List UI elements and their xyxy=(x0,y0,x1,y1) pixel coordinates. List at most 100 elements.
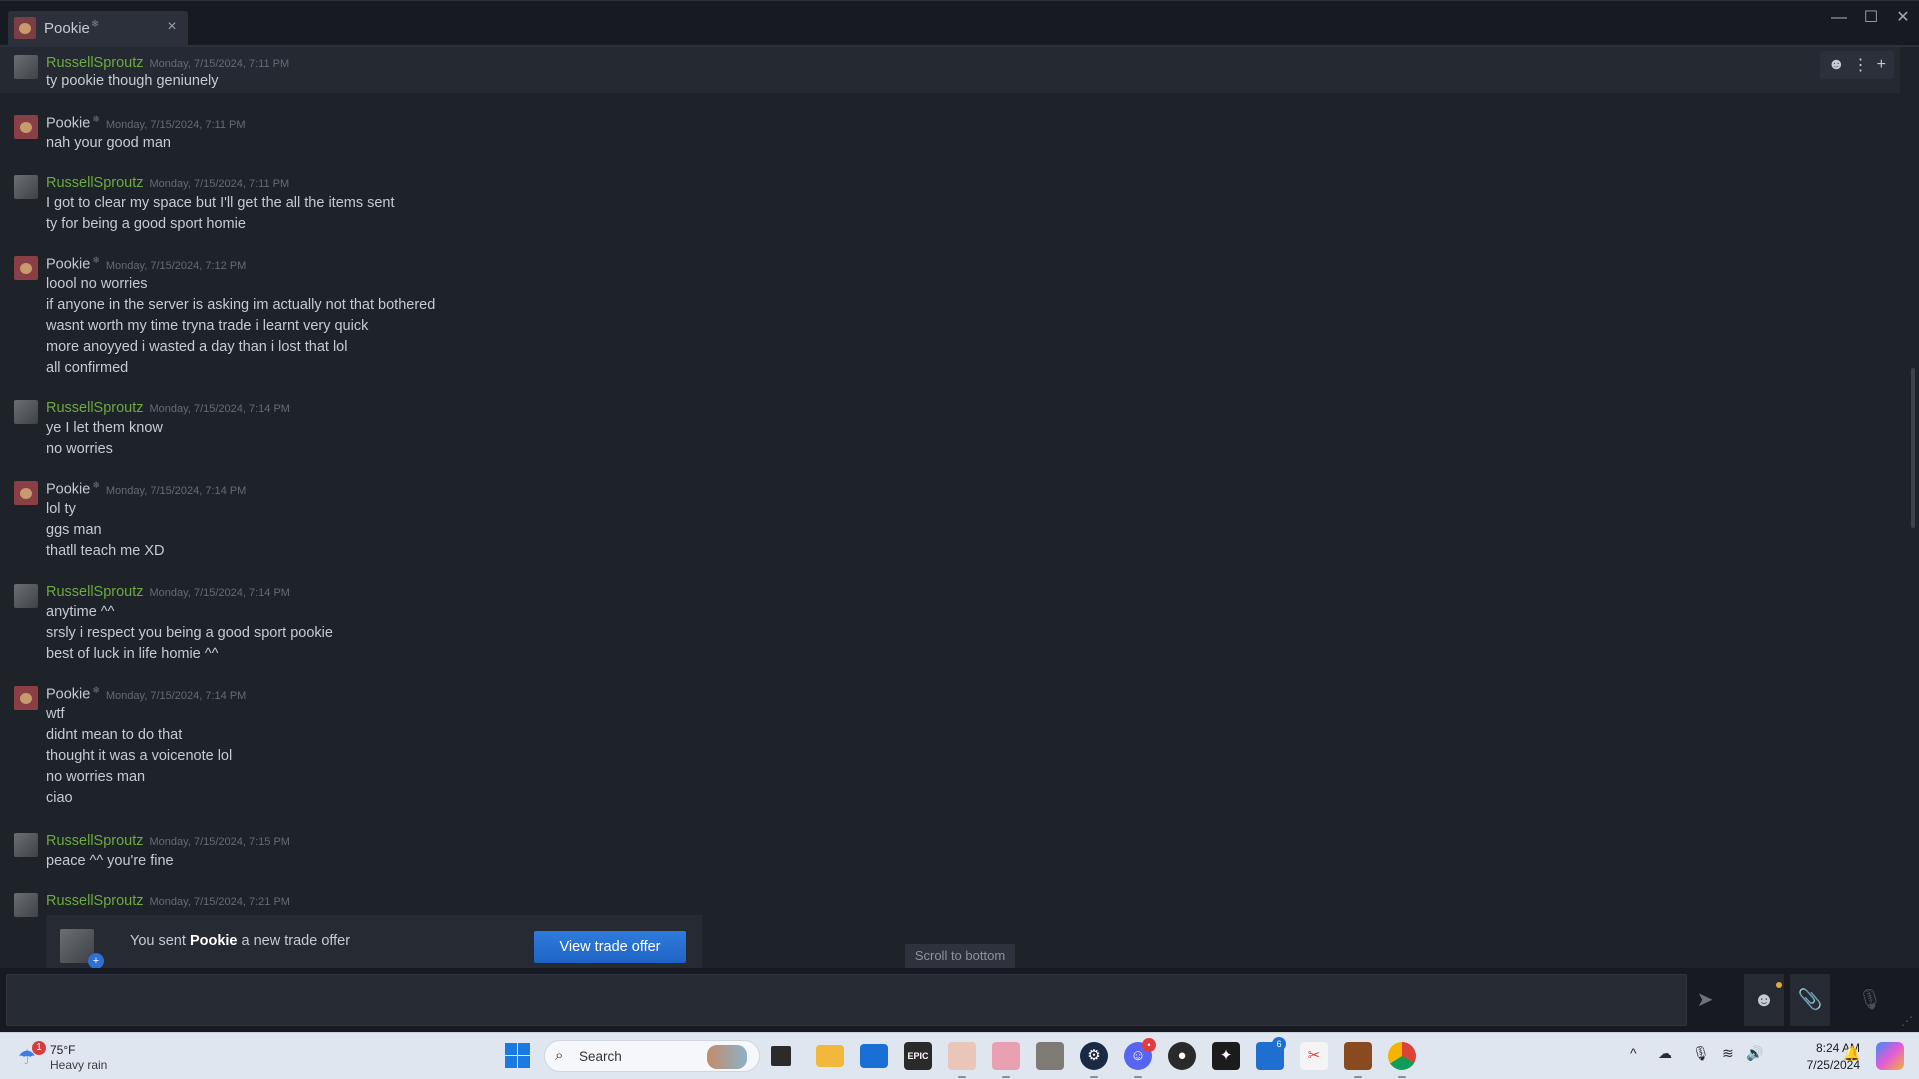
add-reaction-icon[interactable]: + xyxy=(1877,56,1886,74)
react-emoji-icon[interactable]: ☻ xyxy=(1828,56,1845,74)
message-lines: nah your good man xyxy=(46,133,171,154)
avatar[interactable] xyxy=(14,256,38,280)
trade-plus-icon: + xyxy=(88,953,104,968)
chat-tab-pookie[interactable]: Pookie❄ × xyxy=(8,11,188,45)
weather-badge: 1 xyxy=(32,1041,46,1055)
weather-temp: 75°F xyxy=(50,1043,76,1057)
timestamp: Monday, 7/15/2024, 7:14 PM xyxy=(149,403,290,415)
sender-name[interactable]: Pookie xyxy=(46,116,90,132)
running-indicator xyxy=(958,1076,966,1078)
sender-name[interactable]: RussellSproutz xyxy=(46,893,144,909)
timestamp: Monday, 7/15/2024, 7:14 PM xyxy=(105,689,247,702)
obs-icon[interactable]: ● xyxy=(1168,1042,1196,1070)
message-composer: ➤ ☻ 📎 🎙 ⋰ xyxy=(0,968,1919,1032)
message-line: nah your good man xyxy=(46,135,171,151)
microphone-icon[interactable]: 🎙 xyxy=(1692,1045,1710,1062)
message-line: if anyone in the server is asking im act… xyxy=(46,297,436,313)
windows-start-icon[interactable] xyxy=(505,1043,531,1069)
notification-bell-icon[interactable]: 🔔 xyxy=(1843,1045,1860,1062)
weather-widget[interactable]: ☂ 1 75°F Heavy rain xyxy=(14,1041,124,1073)
message-lines: ty pookie though geniunely xyxy=(46,71,219,92)
avatar[interactable] xyxy=(14,584,38,608)
message-line: ciao xyxy=(46,790,73,806)
game-launcher-icon[interactable] xyxy=(1036,1042,1064,1070)
avatar[interactable] xyxy=(14,115,38,139)
scrollbar-thumb[interactable] xyxy=(1911,368,1915,528)
steam-icon[interactable]: ⚙ xyxy=(1080,1042,1108,1070)
message-line: ye I let them know xyxy=(46,420,163,436)
close-window-button[interactable]: ✕ xyxy=(1887,5,1919,31)
sender-name[interactable]: RussellSproutz xyxy=(46,833,144,849)
taskbar: ☂ 1 75°F Heavy rain ⌕ Search EPIC ⚙ ☺ • … xyxy=(0,1032,1919,1079)
running-indicator xyxy=(1134,1076,1142,1078)
scroll-to-bottom-button[interactable]: Scroll to bottom xyxy=(905,944,1015,968)
avatar[interactable] xyxy=(14,400,38,424)
running-indicator xyxy=(1090,1076,1098,1078)
resize-grip-icon[interactable]: ⋰ xyxy=(1901,1014,1913,1028)
view-trade-offer-button[interactable]: View trade offer xyxy=(534,931,686,963)
send-icon[interactable]: ➤ xyxy=(1687,974,1723,1026)
search-icon: ⌕ xyxy=(555,1047,564,1064)
message-line: wasnt worth my time tryna trade i learnt… xyxy=(46,318,369,334)
epic-games-icon[interactable]: EPIC xyxy=(904,1042,932,1070)
message-line: I got to clear my space but I'll get the… xyxy=(46,195,395,211)
gaming-app-icon[interactable]: ✦ xyxy=(1212,1042,1240,1070)
message-header: Pookie ❄ Monday, 7/15/2024, 7:14 PM xyxy=(46,685,246,703)
message-group: Pookie ❄ Monday, 7/15/2024, 7:14 PM wtf di… xyxy=(0,678,1900,808)
sender-name[interactable]: Pookie xyxy=(46,257,90,273)
anime-app-icon[interactable] xyxy=(948,1042,976,1070)
game-app-icon[interactable] xyxy=(992,1042,1020,1070)
attach-icon[interactable]: 📎 xyxy=(1790,974,1830,1026)
avatar[interactable] xyxy=(14,175,38,199)
roblox-studio-icon[interactable] xyxy=(1344,1042,1372,1070)
message-line: more anoyyed i wasted a day than i lost … xyxy=(46,339,348,355)
window-controls: — ☐ ✕ xyxy=(1823,5,1919,31)
search-label: Search xyxy=(579,1049,622,1064)
message-group: Pookie ❄ Monday, 7/15/2024, 7:12 PM loool … xyxy=(0,248,1900,376)
message-group: RussellSproutz Monday, 7/15/2024, 7:14 PM… xyxy=(0,392,1900,458)
message-group: RussellSproutz Monday, 7/15/2024, 7:11 PM… xyxy=(0,47,1900,93)
snipping-tool-icon[interactable]: ✂ xyxy=(1300,1042,1328,1070)
status-symbol-icon: ❄ xyxy=(92,480,100,490)
wifi-icon[interactable]: ≋ xyxy=(1722,1045,1734,1062)
sender-name[interactable]: RussellSproutz xyxy=(46,584,144,600)
avatar[interactable] xyxy=(14,686,38,710)
taskbar-search[interactable]: ⌕ Search xyxy=(544,1040,760,1072)
timestamp: Monday, 7/15/2024, 7:21 PM xyxy=(149,896,290,908)
chrome-icon[interactable] xyxy=(1388,1042,1416,1070)
tray-overflow-icon[interactable]: ^ xyxy=(1630,1045,1637,1061)
task-view-icon[interactable] xyxy=(771,1046,791,1066)
timestamp: Monday, 7/15/2024, 7:11 PM xyxy=(105,118,246,131)
avatar[interactable] xyxy=(14,481,38,505)
avatar[interactable] xyxy=(14,893,38,917)
volume-icon[interactable]: 🔊 xyxy=(1746,1045,1763,1062)
sender-name[interactable]: RussellSproutz xyxy=(46,55,144,71)
microsoft-store-icon[interactable] xyxy=(860,1044,888,1068)
avatar[interactable] xyxy=(14,55,38,79)
sender-name[interactable]: Pookie xyxy=(46,482,90,498)
maximize-button[interactable]: ☐ xyxy=(1855,5,1887,31)
message-header: RussellSproutz Monday, 7/15/2024, 7:14 PM xyxy=(46,399,290,416)
message-input[interactable] xyxy=(6,974,1687,1026)
message-header: Pookie ❄ Monday, 7/15/2024, 7:12 PM xyxy=(46,255,246,273)
voice-icon[interactable]: 🎙 xyxy=(1850,974,1890,1026)
sender-name[interactable]: RussellSproutz xyxy=(46,400,144,416)
timestamp: Monday, 7/15/2024, 7:12 PM xyxy=(105,259,247,272)
message-group: Pookie ❄ Monday, 7/15/2024, 7:14 PM lol ty… xyxy=(0,473,1900,563)
more-options-icon[interactable]: ⋮ xyxy=(1853,55,1869,75)
onedrive-icon[interactable]: ☁ xyxy=(1658,1045,1672,1062)
avatar[interactable] xyxy=(14,833,38,857)
file-explorer-icon[interactable] xyxy=(816,1045,844,1067)
message-header: Pookie ❄ Monday, 7/15/2024, 7:11 PM xyxy=(46,114,246,132)
minimize-button[interactable]: — xyxy=(1823,5,1855,31)
sender-name[interactable]: RussellSproutz xyxy=(46,175,144,191)
message-line: no worries xyxy=(46,441,113,457)
copilot-icon[interactable] xyxy=(1876,1042,1904,1070)
message-lines: I got to clear my space but I'll get the… xyxy=(46,193,395,235)
sender-name[interactable]: Pookie xyxy=(46,687,90,703)
status-symbol-icon: ❄ xyxy=(92,685,100,695)
close-tab-icon[interactable]: × xyxy=(162,17,182,37)
message-line: no worries man xyxy=(46,769,146,785)
chat-log: RussellSproutz Monday, 7/15/2024, 7:11 PM… xyxy=(0,47,1919,968)
message-line: thought it was a voicenote lol xyxy=(46,748,233,764)
